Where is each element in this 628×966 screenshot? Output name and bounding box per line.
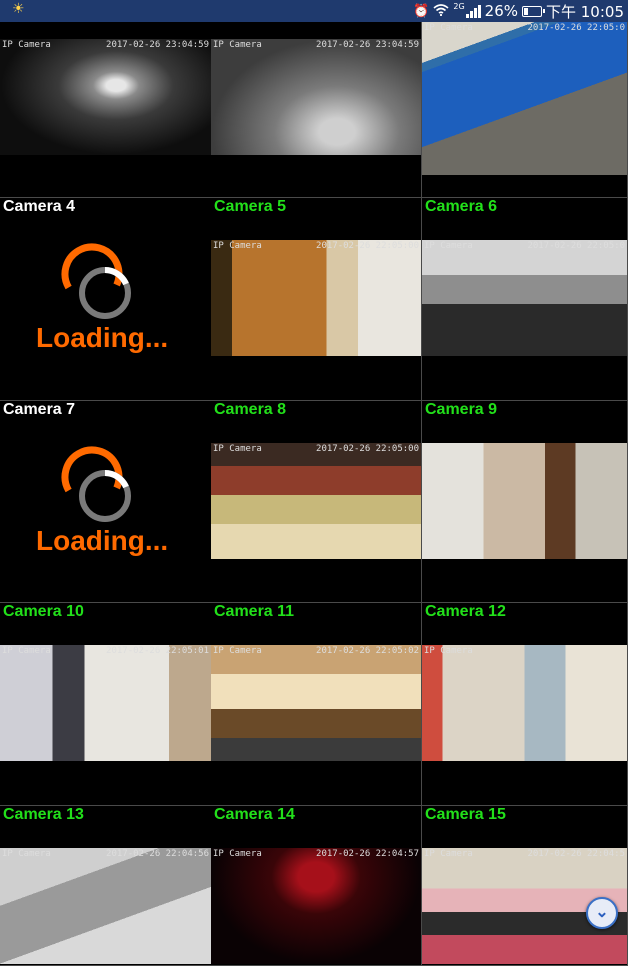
camera-tile[interactable]: Camera 15 IP Camera 2017-02-26 22:04:5 — [422, 806, 628, 966]
camera-watermark: IP Camera — [2, 646, 51, 656]
camera-tile[interactable]: Camera 7 Loading... — [0, 401, 212, 603]
camera-timestamp: 2017-02-26 22:05:0 — [527, 23, 625, 33]
camera-tile[interactable]: Camera 13 IP Camera 2017-02-26 22:04:56 — [0, 806, 212, 966]
chevron-down-icon: ⌄ — [595, 904, 609, 921]
camera-feed[interactable]: IP Camera 2017-02-26 23:04:59 — [211, 39, 421, 155]
status-bar: ☀ ⏰ 2G 26% 下午 10:05 — [0, 0, 628, 22]
camera-timestamp: 2017-02-26 23:04:59 — [106, 40, 209, 50]
camera-watermark: IP Camera — [424, 241, 473, 251]
camera-timestamp: 2017-02-26 22:05:0 — [527, 241, 625, 251]
camera-timestamp: 2017-02-26 23:04:59 — [316, 40, 419, 50]
camera-feed[interactable] — [422, 443, 627, 559]
camera-label: Camera 14 — [214, 806, 295, 823]
camera-tile[interactable]: IP Camera 2017-02-26 23:04:59 — [211, 22, 422, 198]
camera-feed[interactable]: IP Camera — [422, 645, 627, 761]
signal-icon — [465, 4, 481, 18]
camera-tile[interactable]: Camera 14 IP Camera 2017-02-26 22:04:57 — [211, 806, 422, 966]
camera-watermark: IP Camera — [2, 849, 51, 859]
camera-label: Camera 7 — [3, 401, 76, 418]
camera-tile[interactable]: Camera 8 IP Camera 2017-02-26 22:05:00 — [211, 401, 422, 603]
loading-text: Loading... — [36, 525, 169, 556]
camera-feed[interactable]: IP Camera 2017-02-26 22:05:0 — [422, 22, 627, 175]
loading-indicator: Loading... — [0, 439, 211, 589]
camera-watermark: IP Camera — [424, 646, 473, 656]
camera-label: Camera 10 — [3, 603, 84, 620]
loading-spinner-icon — [61, 243, 131, 319]
camera-timestamp: 2017-02-26 22:04:57 — [316, 849, 419, 859]
camera-tile[interactable]: Camera 10 IP Camera 2017-02-26 22:05:01 — [0, 603, 212, 806]
network-type: 2G — [453, 1, 465, 11]
camera-feed[interactable]: IP Camera 2017-02-26 22:05:00 — [211, 443, 421, 559]
camera-label: Camera 12 — [425, 603, 506, 620]
camera-watermark: IP Camera — [424, 849, 473, 859]
camera-label: Camera 9 — [425, 401, 498, 418]
wifi-icon — [433, 3, 449, 19]
camera-label: Camera 8 — [214, 401, 287, 418]
camera-watermark: IP Camera — [2, 40, 51, 50]
camera-tile[interactable]: Camera 11 IP Camera 2017-02-26 22:05:02 — [211, 603, 422, 806]
camera-tile[interactable]: Camera 6 IP Camera 2017-02-26 22:05:0 — [422, 198, 628, 401]
alarm-icon: ⏰ — [413, 3, 430, 19]
camera-timestamp: 2017-02-26 22:05:00 — [316, 444, 419, 454]
camera-watermark: IP Camera — [213, 40, 262, 50]
scroll-down-button[interactable]: ⌄ — [586, 897, 618, 929]
camera-watermark: IP Camera — [213, 646, 262, 656]
camera-timestamp: 2017-02-26 22:05:02 — [316, 646, 419, 656]
loading-indicator: Loading... — [0, 236, 211, 386]
camera-timestamp: 2017-02-26 22:04:56 — [106, 849, 209, 859]
camera-label: Camera 6 — [425, 198, 498, 215]
clock: 下午 10:05 — [546, 2, 624, 21]
camera-label: Camera 13 — [3, 806, 84, 823]
battery-percent: 26% — [484, 2, 518, 20]
camera-tile[interactable]: Camera 4 Loading... — [0, 198, 212, 401]
sun-icon: ☀ — [12, 1, 25, 17]
camera-feed[interactable]: IP Camera 2017-02-26 22:05:02 — [211, 645, 421, 761]
battery-fill — [524, 7, 528, 15]
camera-feed[interactable]: IP Camera 2017-02-26 22:04:56 — [0, 848, 211, 964]
camera-timestamp: 2017-02-26 22:05:01 — [106, 646, 209, 656]
camera-watermark: IP Camera — [213, 849, 262, 859]
camera-watermark: IP Camera — [213, 241, 262, 251]
camera-feed[interactable]: IP Camera 2017-02-26 22:05:0 — [422, 240, 627, 356]
camera-label: Camera 4 — [3, 198, 76, 215]
camera-tile[interactable]: IP Camera 2017-02-26 23:04:59 — [0, 22, 212, 198]
camera-label: Camera 11 — [214, 603, 295, 620]
status-icons: ⏰ 2G 26% 下午 10:05 — [413, 1, 624, 21]
camera-timestamp: 2017-02-26 22:04:5 — [527, 849, 625, 859]
camera-tile[interactable]: IP Camera 2017-02-26 22:05:0 — [422, 22, 628, 198]
camera-tile[interactable]: Camera 12 IP Camera — [422, 603, 628, 806]
camera-timestamp: 2017-02-26 22:05:00 — [316, 241, 419, 251]
camera-feed[interactable]: IP Camera 2017-02-26 23:04:59 — [0, 39, 211, 155]
camera-tile[interactable]: Camera 5 IP Camera 2017-02-26 22:05:00 — [211, 198, 422, 401]
loading-spinner-icon — [61, 446, 131, 522]
camera-feed[interactable]: IP Camera 2017-02-26 22:05:01 — [0, 645, 211, 761]
camera-feed[interactable]: IP Camera 2017-02-26 22:05:00 — [211, 240, 421, 356]
camera-label: Camera 5 — [214, 198, 287, 215]
camera-watermark: IP Camera — [424, 23, 473, 33]
camera-watermark: IP Camera — [213, 444, 262, 454]
camera-feed[interactable]: IP Camera 2017-02-26 22:04:57 — [211, 848, 421, 964]
battery-icon — [522, 5, 545, 17]
loading-text: Loading... — [36, 322, 169, 353]
camera-label: Camera 15 — [425, 806, 506, 823]
camera-tile[interactable]: Camera 9 — [422, 401, 628, 603]
